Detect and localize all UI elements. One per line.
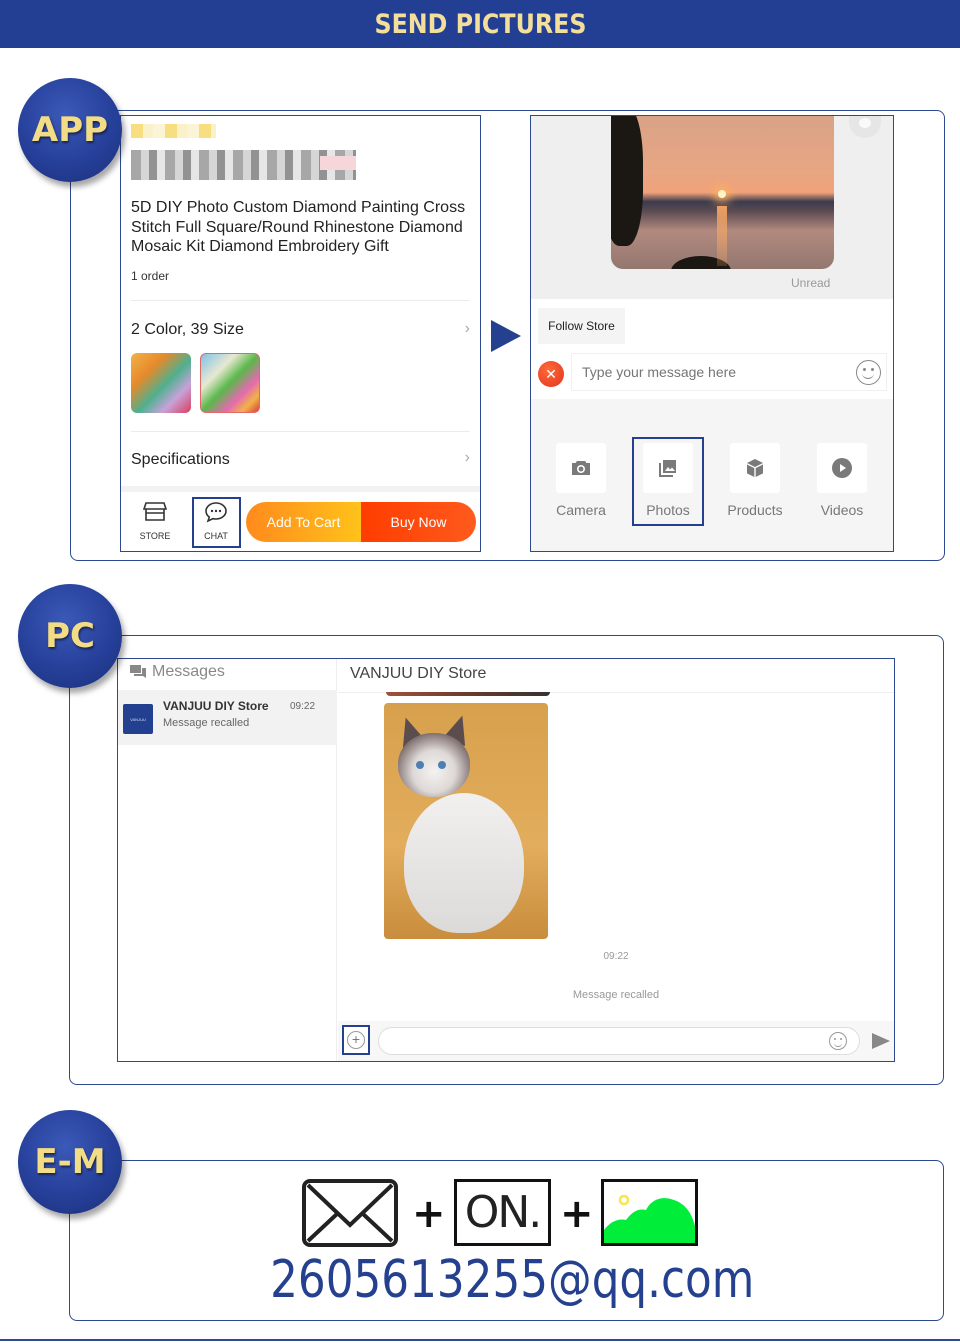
store-logo: VANJUU — [123, 704, 153, 734]
app-chat-screenshot: Unread Follow Store ✕ Camera Photos — [530, 115, 894, 552]
camera-button[interactable]: Camera — [546, 443, 616, 518]
videos-label: Videos — [820, 502, 864, 518]
add-to-cart-button[interactable]: Add To Cart — [246, 502, 361, 542]
video-icon — [832, 458, 852, 478]
send-icon[interactable] — [872, 1033, 890, 1049]
banner-title: SEND PICTURES — [373, 8, 587, 40]
messages-title: Messages — [152, 663, 225, 680]
app-badge: APP — [18, 78, 122, 182]
email-instructions: + ON. + — [302, 1179, 702, 1247]
variant-thumbnail-square[interactable] — [200, 353, 260, 413]
chat-highlight-box — [192, 497, 241, 548]
variant-thumbnail-round[interactable] — [131, 353, 191, 413]
bottom-bar-separator — [121, 486, 480, 492]
pc-message-input[interactable] — [378, 1027, 860, 1055]
emoji-icon[interactable] — [829, 1032, 847, 1050]
messages-icon — [130, 665, 146, 678]
products-icon — [747, 459, 763, 477]
add-attachment-button[interactable]: + — [342, 1025, 370, 1055]
camera-icon — [572, 461, 590, 475]
arrow-right-icon — [491, 320, 521, 352]
variant-selector[interactable]: 2 Color, 39 Size — [131, 321, 244, 339]
conversation-item[interactable]: VANJUU VANJUU DIY Store 09:22 Message re… — [118, 690, 337, 745]
conversation-last-message: Message recalled — [163, 717, 250, 729]
divider — [131, 300, 470, 301]
conversation-name: VANJUU DIY Store — [163, 699, 269, 713]
products-label: Products — [727, 502, 783, 518]
follow-store-button[interactable]: Follow Store — [538, 308, 625, 344]
sent-photo-cat[interactable] — [384, 703, 548, 939]
email-address[interactable]: 2605613255@qq.com — [270, 1250, 754, 1310]
system-message: Message recalled — [572, 989, 660, 1001]
email-address-container: 2605613255@qq.com — [80, 1250, 944, 1310]
image-icon — [601, 1179, 698, 1246]
store-label: STORE — [139, 531, 171, 541]
specifications-row[interactable]: Specifications — [131, 451, 230, 469]
blurred-store-info — [131, 150, 356, 180]
order-count: 1 order — [131, 269, 170, 283]
close-icon[interactable]: ✕ — [538, 361, 564, 387]
chat-header-title: VANJUU DIY Store — [350, 665, 487, 682]
order-number-icon: ON. — [454, 1179, 551, 1246]
email-badge: E-M — [18, 1110, 122, 1214]
pc-badge: PC — [18, 584, 122, 688]
plus-icon: + — [347, 1031, 365, 1049]
emoji-icon[interactable] — [856, 360, 881, 385]
products-button[interactable]: Products — [720, 443, 790, 518]
chevron-right-icon: › — [464, 449, 470, 466]
store-icon — [142, 502, 168, 521]
conversation-time: 09:22 — [290, 701, 316, 712]
plus-sign: + — [412, 1191, 446, 1237]
previous-image-edge — [386, 692, 550, 696]
sent-photo-sunset[interactable] — [611, 116, 834, 269]
user-avatar — [849, 116, 881, 138]
pc-chat-window: Messages VANJUU VANJUU DIY Store 09:22 M… — [117, 658, 895, 1062]
read-status: Unread — [791, 276, 831, 290]
envelope-icon — [302, 1179, 398, 1247]
plus-sign: + — [560, 1191, 594, 1237]
messages-header: Messages — [130, 663, 225, 681]
message-timestamp: 09:22 — [603, 951, 629, 962]
store-button[interactable]: STORE — [131, 501, 179, 541]
product-page-screenshot: 5D DIY Photo Custom Diamond Painting Cro… — [120, 115, 481, 552]
chevron-right-icon: › — [464, 320, 470, 337]
photos-highlight-box — [632, 437, 704, 526]
blurred-price — [131, 124, 216, 138]
camera-label: Camera — [556, 502, 606, 518]
bottom-divider — [0, 1339, 960, 1341]
product-title: 5D DIY Photo Custom Diamond Painting Cro… — [131, 199, 466, 255]
page-banner: SEND PICTURES — [0, 0, 960, 48]
divider — [131, 431, 470, 432]
message-input[interactable] — [571, 353, 887, 391]
videos-button[interactable]: Videos — [807, 443, 877, 518]
buy-now-button[interactable]: Buy Now — [361, 502, 476, 542]
conversation-sidebar: Messages VANJUU VANJUU DIY Store 09:22 M… — [118, 659, 337, 1061]
